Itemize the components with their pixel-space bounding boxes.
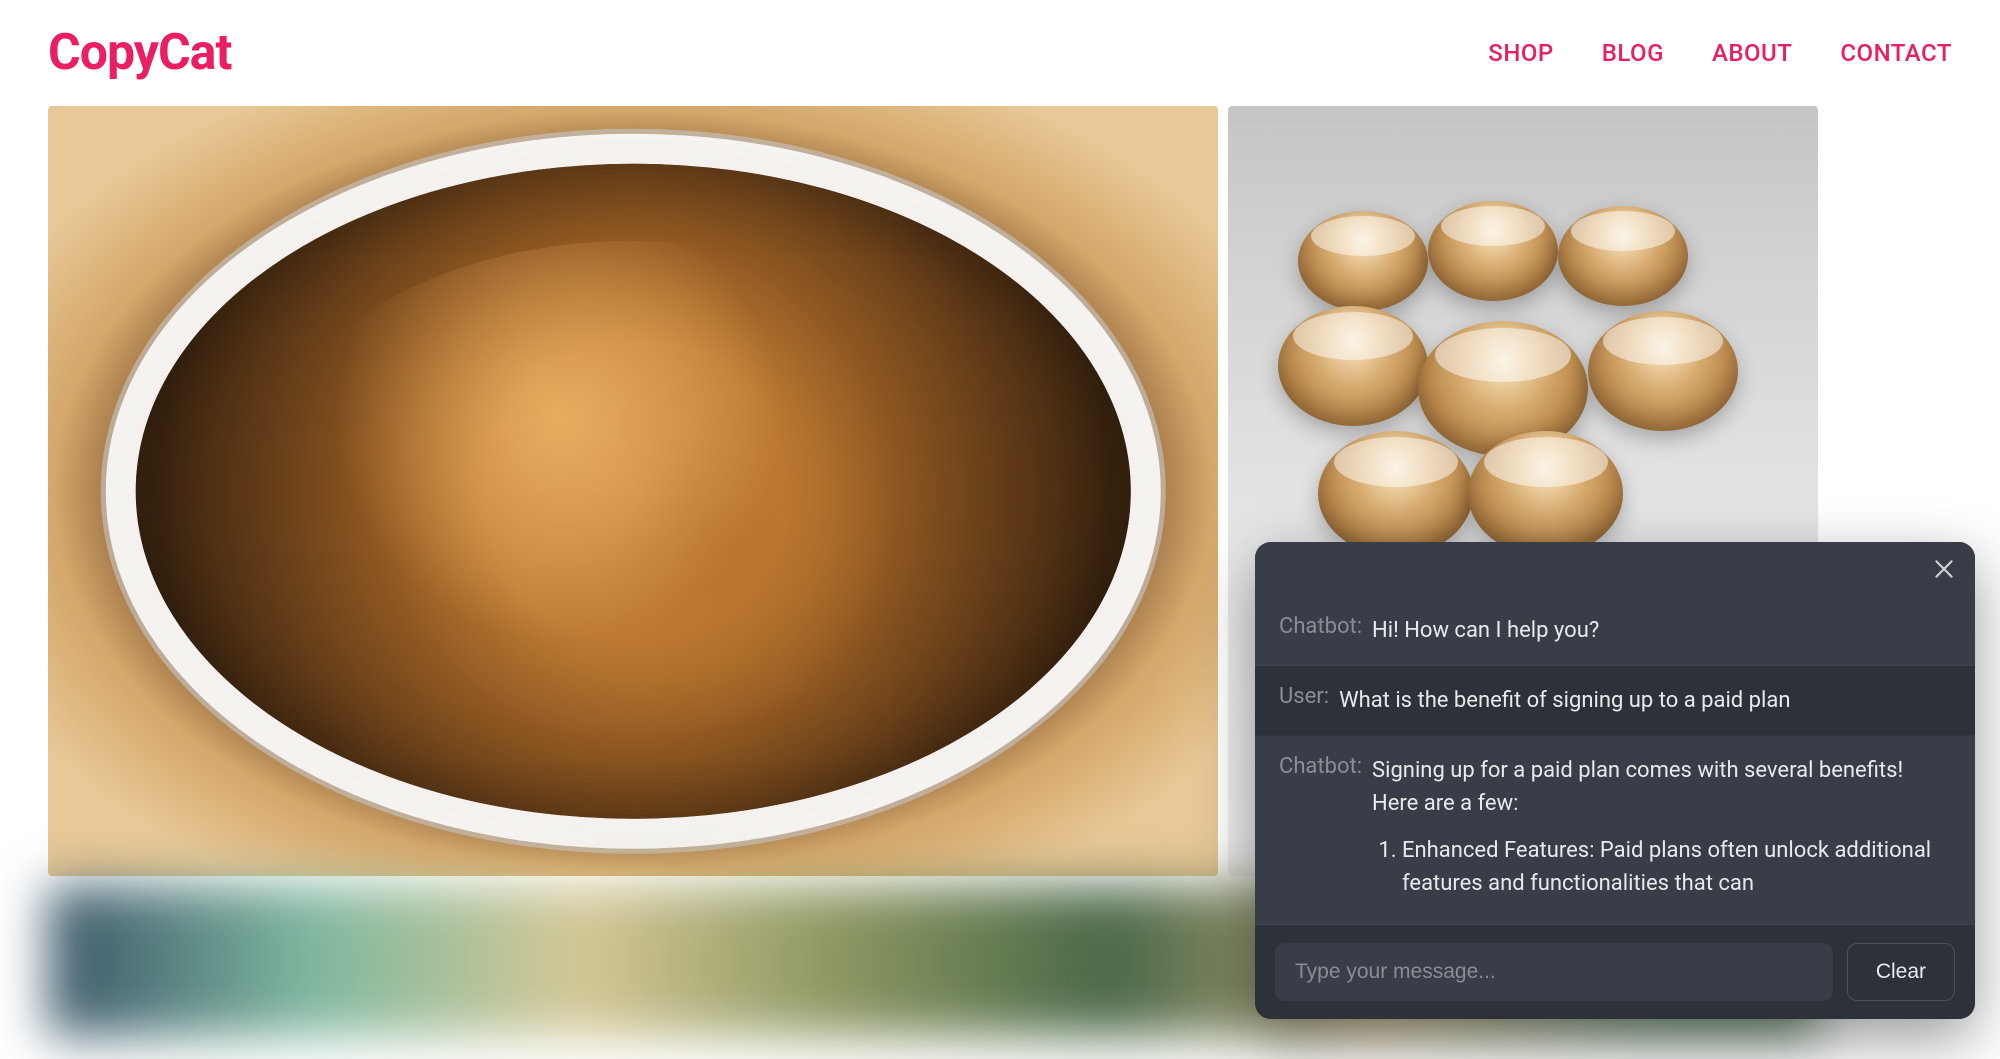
donut-image [1318,431,1473,556]
close-icon[interactable] [1931,556,1957,582]
nav-about[interactable]: ABOUT [1712,39,1792,67]
main-nav: SHOP BLOG ABOUT CONTACT [1488,39,1952,67]
chat-message: Chatbot: Hi! How can I help you? [1255,596,1975,666]
donut-image [1588,311,1738,431]
chat-input[interactable] [1275,943,1833,1001]
site-logo[interactable]: CopyCat [48,24,231,82]
header: CopyCat SHOP BLOG ABOUT CONTACT [0,0,2000,106]
nav-contact[interactable]: CONTACT [1840,39,1952,67]
chatbot-widget: Chatbot: Hi! How can I help you? User: W… [1255,542,1975,1019]
message-text: Hi! How can I help you? [1372,614,1599,647]
donut-image [1298,211,1428,311]
message-body: Signing up for a paid plan comes with se… [1372,758,1903,816]
message-sender: Chatbot: [1279,614,1362,639]
donut-image [1468,431,1623,556]
donut-image [1428,201,1558,301]
nav-blog[interactable]: BLOG [1602,39,1664,67]
message-text: Signing up for a paid plan comes with se… [1372,754,1951,906]
message-list: Enhanced Features: Paid plans often unlo… [1372,834,1951,900]
chatbot-header [1255,542,1975,596]
message-text: What is the benefit of signing up to a p… [1339,684,1790,717]
chat-input-row: Clear [1255,925,1975,1019]
message-sender: User: [1279,684,1329,709]
message-sender: Chatbot: [1279,754,1362,779]
chat-message: Chatbot: Signing up for a paid plan come… [1255,736,1975,925]
chat-message: User: What is the benefit of signing up … [1255,666,1975,736]
clear-button[interactable]: Clear [1847,943,1955,1001]
list-item: Enhanced Features: Paid plans often unlo… [1402,834,1951,900]
chat-messages[interactable]: Chatbot: Hi! How can I help you? User: W… [1255,596,1975,925]
donut-image [1558,206,1688,306]
donut-image [1278,306,1428,426]
hero-image[interactable] [48,106,1218,876]
nav-shop[interactable]: SHOP [1488,39,1553,67]
